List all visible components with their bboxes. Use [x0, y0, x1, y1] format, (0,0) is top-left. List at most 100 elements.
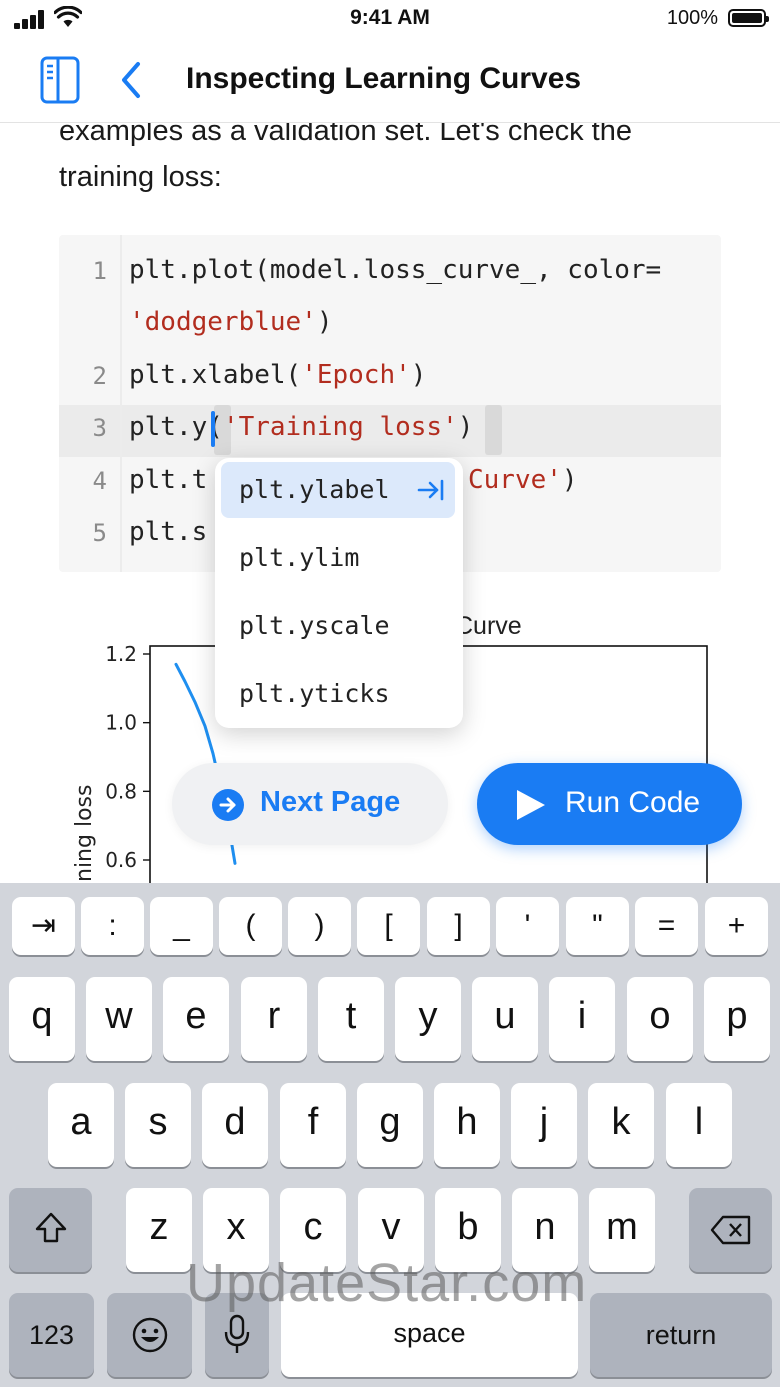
run-code-button[interactable]: Run Code: [477, 763, 742, 845]
line-number: 1: [92, 257, 107, 285]
autocomplete-popup: plt.ylabel plt.ylim plt.yscale plt.ytick…: [215, 458, 463, 728]
backspace-icon: [710, 1215, 750, 1245]
symbol-key[interactable]: ": [566, 897, 629, 955]
autocomplete-item-label: plt.yscale: [239, 611, 390, 640]
code-string: 'dodgerblue': [129, 307, 317, 337]
autocomplete-item[interactable]: plt.ylabel: [221, 462, 455, 518]
code-line: plt.t: [129, 465, 207, 495]
symbol-key[interactable]: ]: [427, 897, 490, 955]
backspace-key[interactable]: [689, 1188, 772, 1272]
letter-key[interactable]: w: [86, 977, 152, 1061]
code-line: plt.xlabel('Epoch'): [129, 360, 426, 390]
lesson-text-line: training loss:: [59, 161, 222, 193]
letter-key[interactable]: y: [395, 977, 461, 1061]
letter-key[interactable]: a: [48, 1083, 114, 1167]
code-line: 'dodgerblue'): [129, 307, 333, 337]
y-tick-label: 1.2: [105, 642, 137, 666]
autocomplete-item[interactable]: plt.yscale: [221, 598, 455, 654]
tab-arrow-icon: [417, 479, 444, 501]
code-token: plt.t: [129, 465, 208, 495]
symbol-key[interactable]: =: [635, 897, 698, 955]
bracket-match-highlight: [485, 405, 502, 455]
letter-key[interactable]: k: [588, 1083, 654, 1167]
code-string: Curve': [468, 465, 562, 495]
return-key[interactable]: return: [590, 1293, 772, 1377]
watermark: UpdateStar.com: [186, 1253, 588, 1313]
letter-key[interactable]: m: [589, 1188, 655, 1272]
letter-key[interactable]: e: [163, 977, 229, 1061]
letter-key[interactable]: o: [627, 977, 693, 1061]
letter-key[interactable]: s: [125, 1083, 191, 1167]
code-token: plt.s: [129, 517, 208, 547]
code-line: Curve'): [468, 465, 578, 495]
letter-key[interactable]: z: [126, 1188, 192, 1272]
text-cursor: [211, 411, 215, 447]
arrow-right-circle-icon: [212, 789, 244, 821]
navigation-bar: Inspecting Learning Curves: [0, 44, 780, 123]
autocomplete-item[interactable]: plt.ylim: [221, 530, 455, 586]
status-time: 9:41 AM: [350, 6, 430, 29]
letter-key[interactable]: p: [704, 977, 770, 1061]
page-title: Inspecting Learning Curves: [186, 62, 582, 95]
microphone-icon: [224, 1314, 250, 1353]
code-token: (: [207, 412, 223, 442]
emoji-key[interactable]: [107, 1293, 192, 1377]
chart-title: Curve: [455, 612, 522, 640]
chevron-left-icon[interactable]: [116, 58, 146, 102]
autocomplete-item[interactable]: plt.yticks: [221, 666, 455, 722]
next-page-label: Next Page: [260, 786, 401, 818]
battery-percentage: 100%: [666, 7, 718, 29]
y-axis-label: ning loss: [72, 785, 97, 882]
code-string: 'Epoch': [301, 360, 411, 390]
letter-key[interactable]: l: [666, 1083, 732, 1167]
code-token: ): [316, 307, 333, 337]
symbol-key[interactable]: :: [81, 897, 144, 955]
letter-key[interactable]: i: [549, 977, 615, 1061]
letter-key[interactable]: u: [472, 977, 538, 1061]
letter-key[interactable]: r: [241, 977, 307, 1061]
code-token: ): [457, 412, 474, 442]
code-token: ): [410, 360, 427, 390]
autocomplete-item-label: plt.ylabel: [239, 475, 390, 504]
code-token: plt.y: [129, 412, 208, 442]
shift-icon: [35, 1212, 66, 1243]
shift-key[interactable]: [9, 1188, 92, 1272]
autocomplete-item-label: plt.ylim: [239, 543, 360, 572]
y-tick-label: 0.6: [105, 848, 137, 872]
status-bar: 9:41 AM 100%: [0, 0, 780, 44]
symbol-key[interactable]: [: [357, 897, 420, 955]
letter-key[interactable]: d: [202, 1083, 268, 1167]
numbers-key[interactable]: 123: [9, 1293, 94, 1377]
code-token: plt.xlabel(: [129, 360, 302, 390]
letter-key[interactable]: j: [511, 1083, 577, 1167]
symbol-key[interactable]: ): [288, 897, 351, 955]
tab-key[interactable]: ⇥: [12, 897, 75, 955]
gutter-divider: [120, 235, 122, 572]
code-string: 'Training loss': [222, 412, 458, 442]
code-line: plt.s: [129, 517, 207, 547]
line-number: 5: [92, 519, 107, 547]
line-number: 2: [92, 362, 107, 390]
letter-key[interactable]: t: [318, 977, 384, 1061]
letter-key[interactable]: f: [280, 1083, 346, 1167]
play-icon: [517, 790, 545, 820]
y-tick-label: 1.0: [105, 711, 137, 735]
line-number: 3: [92, 414, 107, 442]
next-page-button[interactable]: Next Page: [172, 763, 448, 845]
symbol-key[interactable]: _: [150, 897, 213, 955]
code-token: ): [561, 465, 578, 495]
autocomplete-item-label: plt.yticks: [239, 679, 390, 708]
sidebar-icon[interactable]: [40, 56, 80, 104]
symbol-key[interactable]: +: [705, 897, 768, 955]
line-number: 4: [92, 467, 107, 495]
run-code-label: Run Code: [565, 786, 701, 819]
letter-key[interactable]: h: [434, 1083, 500, 1167]
y-tick-label: 0.8: [105, 779, 137, 803]
letter-key[interactable]: g: [357, 1083, 423, 1167]
letter-key[interactable]: q: [9, 977, 75, 1061]
code-line: plt.plot(model.loss_curve_, color=: [129, 255, 661, 285]
battery-icon: [728, 9, 769, 27]
code-line: plt.y('Training loss'): [129, 412, 473, 442]
symbol-key[interactable]: ': [496, 897, 559, 955]
symbol-key[interactable]: (: [219, 897, 282, 955]
